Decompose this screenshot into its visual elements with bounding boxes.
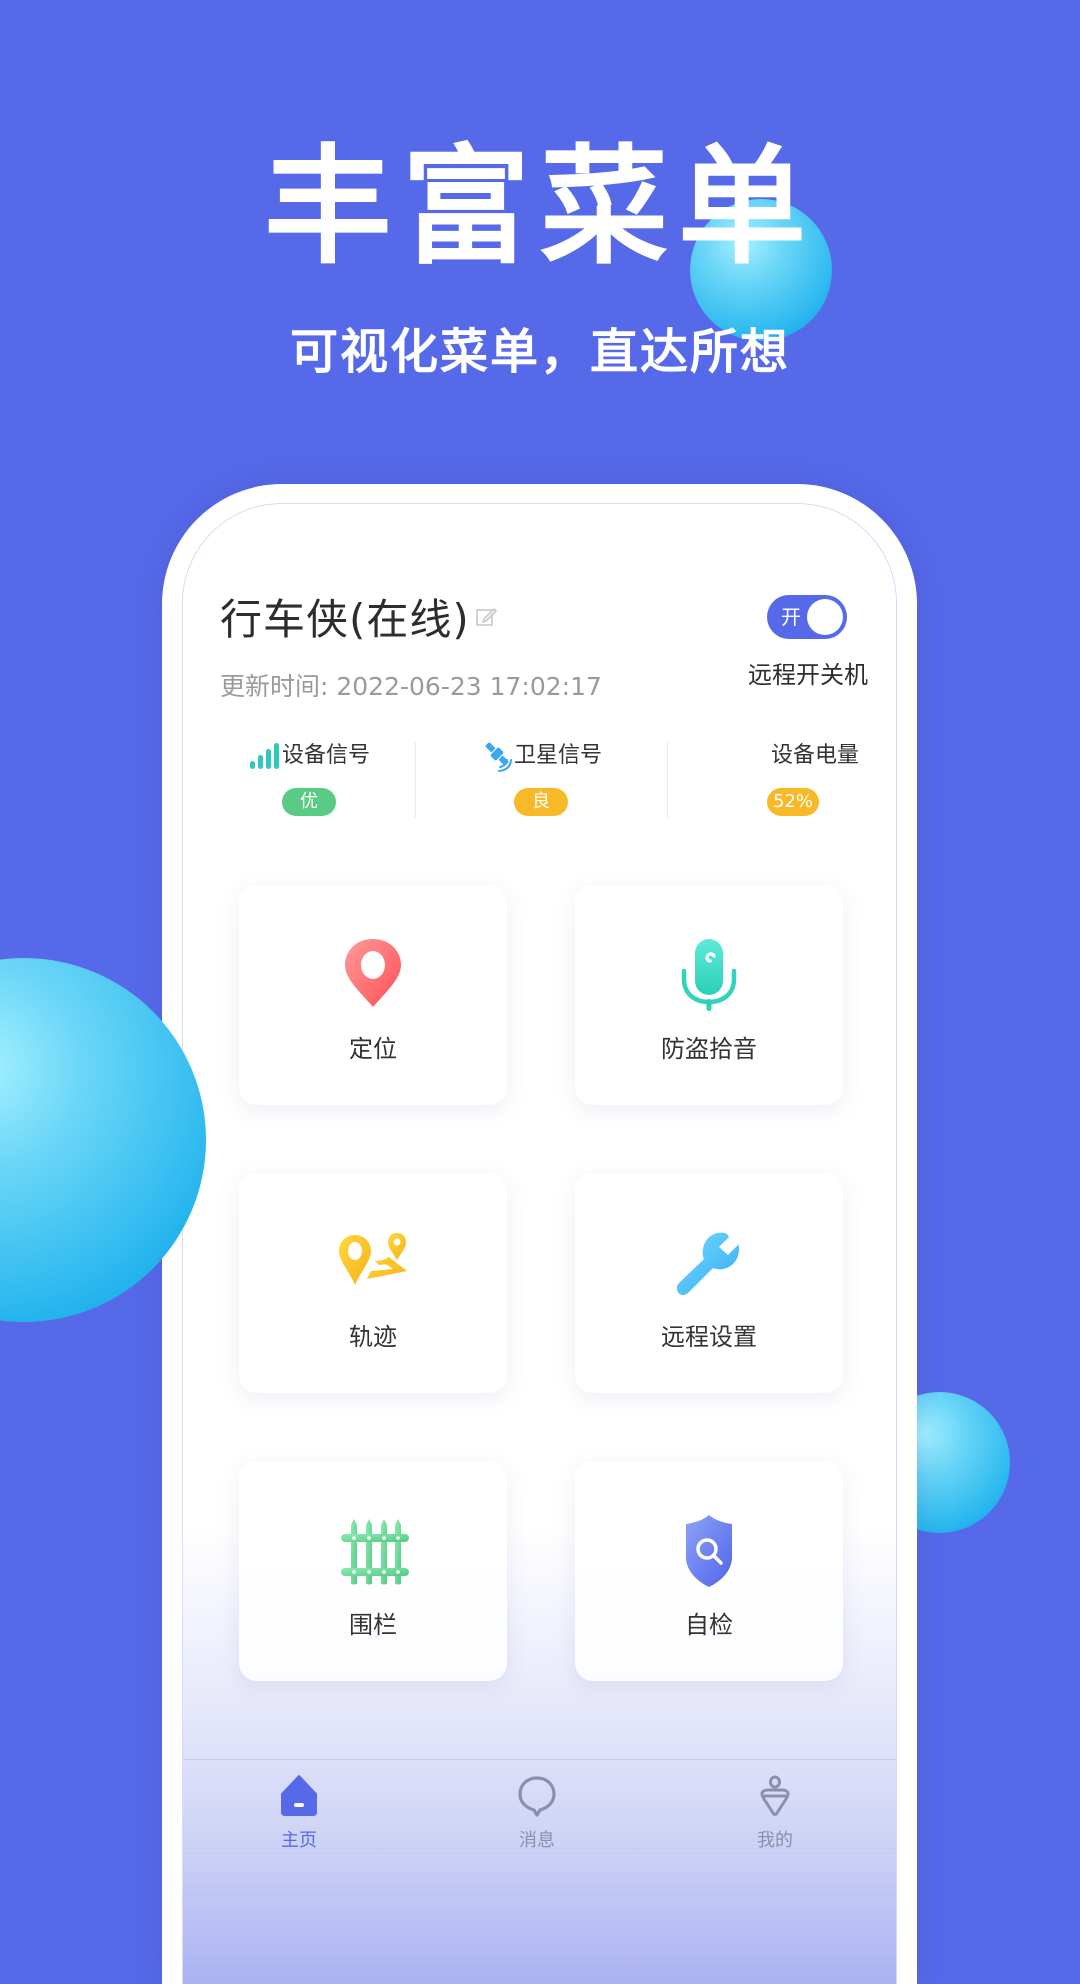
menu-card-audio[interactable]: 防盗拾音 bbox=[575, 885, 843, 1105]
nav-label: 我的 bbox=[757, 1830, 793, 1851]
toggle-knob bbox=[807, 599, 843, 635]
promo-title: 丰富菜单 bbox=[263, 133, 816, 282]
shield-search-icon bbox=[686, 1515, 732, 1587]
menu-card-remote-settings[interactable]: 远程设置 bbox=[575, 1173, 843, 1393]
satellite-icon bbox=[485, 742, 512, 772]
menu-card-label: 防盗拾音 bbox=[661, 1035, 757, 1063]
wrench-icon bbox=[676, 1232, 739, 1295]
device-name: 行车侠(在线) bbox=[220, 595, 470, 644]
nav-bottom-divider bbox=[183, 1848, 896, 1849]
menu-card-label: 远程设置 bbox=[661, 1323, 757, 1351]
stat-satellite-signal: 卫星信号 良 bbox=[415, 738, 667, 828]
menu-card-self-check[interactable]: 自检 bbox=[575, 1461, 843, 1681]
menu-card-label: 围栏 bbox=[349, 1611, 397, 1639]
home-icon bbox=[281, 1775, 317, 1816]
nav-label: 主页 bbox=[281, 1830, 317, 1851]
app-screen: 行车侠(在线) 更新时间: 2022-06-23 17:02:17 开 远程开关… bbox=[182, 503, 897, 1984]
nav-item-messages[interactable]: 消息 bbox=[477, 1774, 597, 1854]
stat-device-signal: 设备信号 优 bbox=[183, 738, 435, 828]
stat-label: 设备电量 bbox=[770, 743, 859, 768]
edit-icon[interactable] bbox=[475, 606, 497, 628]
menu-card-track[interactable]: 轨迹 bbox=[239, 1173, 507, 1393]
nav-item-home[interactable]: 主页 bbox=[239, 1774, 359, 1854]
profile-icon bbox=[760, 1775, 790, 1816]
toggle-state-label: 开 bbox=[781, 605, 801, 629]
stat-label: 设备信号 bbox=[281, 743, 370, 768]
stat-battery: 设备电量 52% bbox=[667, 738, 896, 828]
track-route-icon bbox=[339, 1233, 407, 1285]
menu-card-location[interactable]: 定位 bbox=[239, 885, 507, 1105]
stat-badge: 52% bbox=[766, 788, 819, 816]
stat-badge: 优 bbox=[282, 788, 336, 816]
fence-icon bbox=[341, 1519, 409, 1585]
update-time: 更新时间: 2022-06-23 17:02:17 bbox=[220, 672, 602, 701]
remote-power-toggle[interactable]: 开 bbox=[767, 595, 847, 639]
menu-card-label: 定位 bbox=[349, 1035, 397, 1063]
stat-label: 卫星信号 bbox=[513, 743, 602, 768]
nav-divider bbox=[183, 1759, 896, 1760]
nav-label: 消息 bbox=[519, 1830, 555, 1851]
signal-bars-icon bbox=[249, 743, 279, 769]
location-pin-icon bbox=[345, 939, 401, 1007]
menu-card-label: 自检 bbox=[685, 1611, 733, 1639]
stat-badge: 良 bbox=[514, 788, 568, 816]
microphone-icon bbox=[681, 939, 737, 1011]
message-bubble-icon bbox=[518, 1776, 556, 1817]
promo-subtitle: 可视化菜单，直达所想 bbox=[289, 324, 790, 380]
nav-item-profile[interactable]: 我的 bbox=[715, 1774, 835, 1854]
menu-card-label: 轨迹 bbox=[349, 1323, 397, 1351]
toggle-caption: 远程开关机 bbox=[748, 661, 868, 689]
menu-card-fence[interactable]: 围栏 bbox=[239, 1461, 507, 1681]
phone-mockup: 行车侠(在线) 更新时间: 2022-06-23 17:02:17 开 远程开关… bbox=[162, 484, 917, 1984]
